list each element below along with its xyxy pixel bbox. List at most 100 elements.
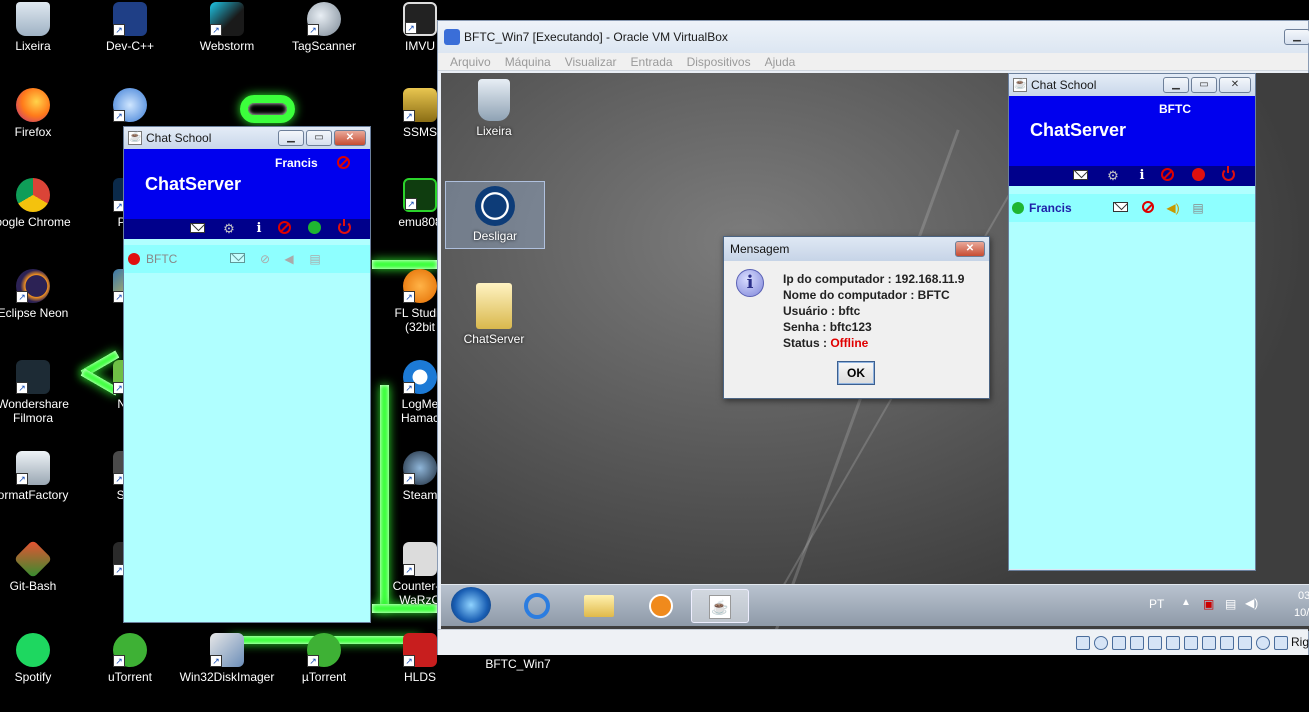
volume-icon[interactable]: ◀) bbox=[1245, 596, 1258, 610]
usb-icon[interactable] bbox=[1148, 636, 1162, 650]
desktop-icon-eclipse[interactable]: ↗ Eclipse Neon bbox=[0, 269, 81, 320]
gear-icon[interactable]: ⚙ bbox=[1105, 168, 1121, 184]
desktop-icon-mutorrent[interactable]: ↗ µTorrent bbox=[276, 633, 372, 684]
taskbar-ie[interactable] bbox=[509, 589, 565, 623]
speaker-icon[interactable]: ◀ bbox=[281, 252, 297, 266]
title-bar[interactable]: ☕ Chat School ▁ ▭ ✕ bbox=[1009, 74, 1255, 96]
ok-button[interactable]: OK bbox=[837, 361, 875, 385]
info-icon[interactable]: i bbox=[1134, 168, 1150, 184]
taskbar-java[interactable]: ☕ bbox=[691, 589, 749, 623]
clock-date[interactable]: 10/02 bbox=[1294, 607, 1309, 619]
power-icon[interactable] bbox=[336, 219, 352, 237]
java-icon: ☕ bbox=[1013, 78, 1027, 92]
optical-drive-icon[interactable] bbox=[1094, 636, 1108, 650]
guest-icon-chatserver[interactable]: ChatServer bbox=[446, 283, 542, 346]
block-icon[interactable]: ⊘ bbox=[257, 252, 273, 266]
desktop-icon-win32diskimager[interactable]: ↗ Win32DiskImager bbox=[179, 633, 275, 684]
desktop-icon-webstorm[interactable]: ↗ Webstorm bbox=[179, 2, 275, 53]
minimize-button[interactable]: ▁ bbox=[1163, 77, 1189, 93]
contact-name: Francis bbox=[1029, 201, 1072, 215]
current-user-label: BFTC bbox=[1159, 102, 1191, 116]
cpu-icon[interactable] bbox=[1220, 636, 1234, 650]
action-center-icon[interactable]: ▤ bbox=[1225, 597, 1236, 611]
disk-imager-icon: ↗ bbox=[210, 633, 244, 667]
close-button[interactable]: ✕ bbox=[1219, 77, 1251, 93]
network-icon[interactable]: ▣ bbox=[1203, 597, 1214, 611]
contact-name: BFTC bbox=[146, 252, 178, 266]
block-icon[interactable] bbox=[337, 156, 350, 174]
dialog-line-ip: Ip do computador : 192.168.11.9 bbox=[783, 272, 965, 286]
menu-entrada[interactable]: Entrada bbox=[631, 53, 673, 70]
filmora-icon: ↗ bbox=[16, 360, 50, 394]
host-chat-window: ☕ Chat School ▁ ▭ ✕ Francis ChatServer ⚙… bbox=[123, 126, 371, 623]
block-icon[interactable] bbox=[1140, 201, 1156, 215]
contact-row[interactable]: Francis ◀) ▤ bbox=[1009, 194, 1255, 222]
desktop-icon-bftc-win7[interactable]: BFTC_Win7 bbox=[470, 657, 566, 671]
block-icon[interactable] bbox=[276, 221, 292, 237]
dialog-title-bar[interactable]: Mensagem ✕ bbox=[724, 237, 989, 261]
menu-visualizar[interactable]: Visualizar bbox=[565, 53, 617, 70]
hard-disk-icon[interactable] bbox=[1076, 636, 1090, 650]
start-button[interactable] bbox=[451, 587, 491, 623]
virtualization-icon[interactable] bbox=[1256, 636, 1270, 650]
block-icon[interactable] bbox=[1159, 168, 1175, 184]
desktop-icon-spotify[interactable]: Spotify bbox=[0, 633, 81, 684]
desktop-icon-gitbash[interactable]: Git-Bash bbox=[0, 539, 81, 593]
minimize-button[interactable]: ▁ bbox=[1284, 29, 1309, 45]
maximize-button[interactable]: ▭ bbox=[306, 130, 332, 146]
mail-icon[interactable] bbox=[1072, 168, 1088, 184]
minimize-button[interactable]: ▁ bbox=[278, 130, 304, 146]
mail-icon[interactable] bbox=[1112, 201, 1128, 215]
title-bar[interactable]: ☕ Chat School ▁ ▭ ✕ bbox=[124, 127, 370, 149]
status-online-icon bbox=[1012, 202, 1024, 214]
power-icon[interactable] bbox=[1220, 166, 1236, 184]
taskbar-explorer[interactable] bbox=[571, 589, 627, 623]
language-indicator[interactable]: PT bbox=[1149, 597, 1164, 611]
title-bar[interactable]: BFTC_Win7 [Executando] - Oracle VM Virtu… bbox=[438, 21, 1309, 53]
current-user-label: Francis bbox=[275, 156, 318, 170]
gear-icon[interactable]: ⚙ bbox=[221, 221, 237, 237]
eclipse-icon: ↗ bbox=[16, 269, 50, 303]
close-button[interactable]: ✕ bbox=[334, 130, 366, 146]
desktop-icon-lixeira[interactable]: Lixeira bbox=[0, 2, 81, 53]
guest-icon-lixeira[interactable]: Lixeira bbox=[446, 79, 542, 138]
wallpaper-neon bbox=[240, 95, 295, 123]
menu-ajuda[interactable]: Ajuda bbox=[765, 53, 796, 70]
maximize-button[interactable]: ▭ bbox=[1191, 77, 1217, 93]
magnifier-icon: ↗ bbox=[307, 2, 341, 36]
menu-arquivo[interactable]: Arquivo bbox=[450, 53, 491, 70]
desktop-icon-filmora[interactable]: ↗ Wondershare Filmora bbox=[0, 360, 81, 425]
desktop-icon-firefox[interactable]: Firefox bbox=[0, 88, 81, 139]
mouse-integration-icon[interactable] bbox=[1238, 636, 1252, 650]
speaker-icon[interactable]: ◀) bbox=[1165, 201, 1181, 215]
host-key-icon[interactable] bbox=[1274, 636, 1288, 650]
menu-maquina[interactable]: Máquina bbox=[505, 53, 551, 70]
desktop-icon-devcpp[interactable]: ↗ Dev-C++ bbox=[82, 2, 178, 53]
taskbar-media[interactable] bbox=[633, 589, 689, 623]
tray-chevron-icon[interactable]: ▲ bbox=[1181, 597, 1191, 608]
close-button[interactable]: ✕ bbox=[955, 241, 985, 257]
desktop-icon-tagscanner[interactable]: ↗ TagScanner bbox=[276, 2, 372, 53]
document-icon[interactable]: ▤ bbox=[307, 252, 323, 266]
network-adapter-icon[interactable] bbox=[1130, 636, 1144, 650]
status-offline-icon[interactable] bbox=[1190, 168, 1206, 184]
desktop-icon-formatfactory[interactable]: ↗ ormatFactory bbox=[0, 451, 81, 502]
chat-toolbar: ⚙ i bbox=[124, 219, 370, 239]
display-icon[interactable] bbox=[1184, 636, 1198, 650]
document-icon[interactable]: ▤ bbox=[1190, 201, 1206, 215]
video-capture-icon[interactable] bbox=[1202, 636, 1216, 650]
mail-icon[interactable] bbox=[189, 221, 205, 237]
mail-icon[interactable] bbox=[229, 252, 245, 266]
menu-dispositivos[interactable]: Dispositivos bbox=[687, 53, 751, 70]
desktop-icon-chrome[interactable]: oogle Chrome bbox=[0, 178, 81, 229]
desktop-icon-utorrent[interactable]: ↗ uTorrent bbox=[82, 633, 178, 684]
power-icon bbox=[475, 186, 515, 226]
info-icon[interactable]: i bbox=[251, 221, 267, 237]
contact-list: Francis ◀) ▤ bbox=[1009, 186, 1255, 569]
status-online-icon[interactable] bbox=[306, 221, 322, 237]
contact-row[interactable]: BFTC ⊘ ◀ ▤ bbox=[124, 245, 370, 273]
guest-icon-desligar[interactable]: Desligar bbox=[445, 181, 545, 249]
clock-time[interactable]: 03 bbox=[1298, 590, 1309, 602]
audio-icon[interactable] bbox=[1112, 636, 1126, 650]
shared-folders-icon[interactable] bbox=[1166, 636, 1180, 650]
